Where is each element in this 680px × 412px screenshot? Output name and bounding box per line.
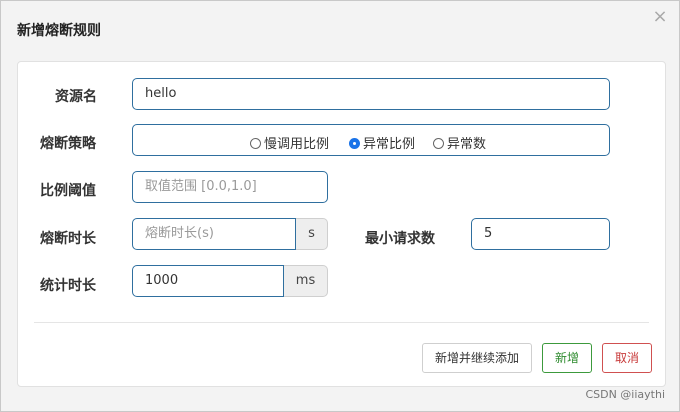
break-duration-input[interactable]: 熔断时长(s) — [132, 218, 296, 250]
break-duration-label: 熔断时长 — [40, 231, 96, 247]
radio-circle-icon — [250, 138, 261, 149]
strategy-label: 熔断策略 — [40, 136, 96, 152]
close-icon[interactable]: × — [651, 7, 669, 27]
form-panel: 资源名 hello 熔断策略 慢调用比例 异常比例 异常数 比例阈值 取值范围 … — [17, 61, 666, 387]
radio-option-label: 慢调用比例 — [264, 137, 330, 152]
radio-option-label: 异常比例 — [363, 137, 416, 152]
strategy-radio-group: 慢调用比例 异常比例 异常数 — [132, 124, 610, 156]
stat-duration-input[interactable]: 1000 — [132, 265, 284, 297]
dialog-header: 新增熔断规则 × — [1, 1, 679, 57]
watermark: CSDN @iiaythi — [585, 388, 665, 401]
min-request-input[interactable]: 5 — [471, 218, 610, 250]
resource-name-label: 资源名 — [55, 89, 97, 105]
add-and-continue-button[interactable]: 新增并继续添加 — [422, 343, 532, 373]
dialog-title: 新增熔断规则 — [17, 23, 101, 39]
ratio-threshold-label: 比例阈值 — [40, 183, 96, 199]
ratio-threshold-input[interactable]: 取值范围 [0.0,1.0] — [132, 171, 328, 203]
footer-divider — [34, 322, 649, 323]
radio-circle-icon — [433, 138, 444, 149]
cancel-button[interactable]: 取消 — [602, 343, 652, 373]
break-duration-unit: s — [296, 218, 328, 250]
radio-option-error-count[interactable]: 异常数 — [433, 133, 486, 152]
radio-option-label: 异常数 — [447, 137, 487, 152]
radio-checked-icon — [349, 138, 360, 149]
add-degrade-rule-dialog: 新增熔断规则 × 资源名 hello 熔断策略 慢调用比例 异常比例 异常数 比… — [0, 0, 680, 412]
add-button[interactable]: 新增 — [542, 343, 592, 373]
resource-name-input[interactable]: hello — [132, 78, 610, 110]
min-request-label: 最小请求数 — [365, 231, 435, 247]
radio-option-slow-ratio[interactable]: 慢调用比例 — [250, 133, 329, 152]
stat-duration-label: 统计时长 — [40, 278, 96, 294]
radio-option-error-ratio[interactable]: 异常比例 — [349, 133, 415, 152]
stat-duration-unit: ms — [284, 265, 328, 297]
